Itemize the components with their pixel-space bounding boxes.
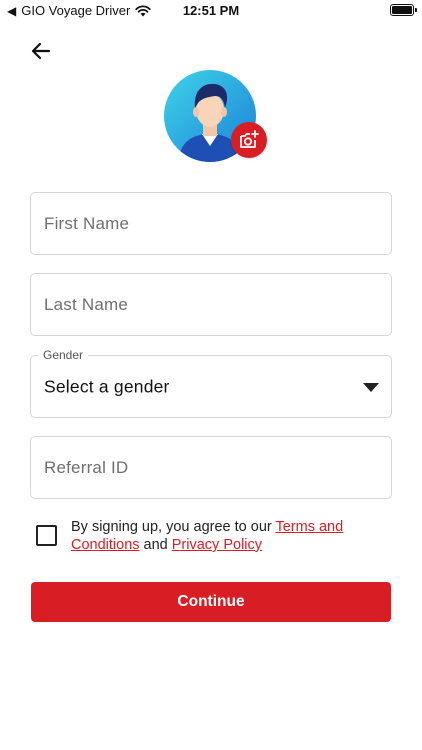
privacy-policy-link[interactable]: Privacy Policy <box>172 537 262 553</box>
last-name-field[interactable]: Last Name <box>30 273 392 336</box>
caret-down-icon <box>363 383 379 392</box>
registration-screen: ◀ GIO Voyage Driver 12:51 PM First Name … <box>0 0 422 750</box>
gender-selected-value: Select a gender <box>44 376 170 396</box>
last-name-placeholder: Last Name <box>44 294 129 314</box>
battery-icon <box>390 4 417 16</box>
terms-text: By signing up, you agree to our Terms an… <box>71 518 371 554</box>
status-bar: ◀ GIO Voyage Driver 12:51 PM <box>0 0 422 22</box>
back-button[interactable] <box>28 38 54 64</box>
status-time: 12:51 PM <box>182 3 240 18</box>
arrow-left-icon <box>31 42 51 60</box>
continue-button[interactable]: Continue <box>31 582 391 622</box>
terms-middle: and <box>139 537 172 553</box>
first-name-field[interactable]: First Name <box>30 192 392 255</box>
gender-label: Gender <box>38 348 89 362</box>
terms-prefix: By signing up, you agree to our <box>71 519 276 535</box>
terms-checkbox[interactable] <box>36 525 57 546</box>
referral-id-field[interactable]: Referral ID <box>30 436 392 499</box>
referral-id-placeholder: Referral ID <box>44 457 129 477</box>
gender-select[interactable]: Gender Select a gender <box>30 348 392 418</box>
profile-photo-area <box>164 70 268 162</box>
camera-add-button[interactable] <box>231 122 267 158</box>
first-name-placeholder: First Name <box>44 213 130 233</box>
camera-add-icon <box>240 130 259 148</box>
